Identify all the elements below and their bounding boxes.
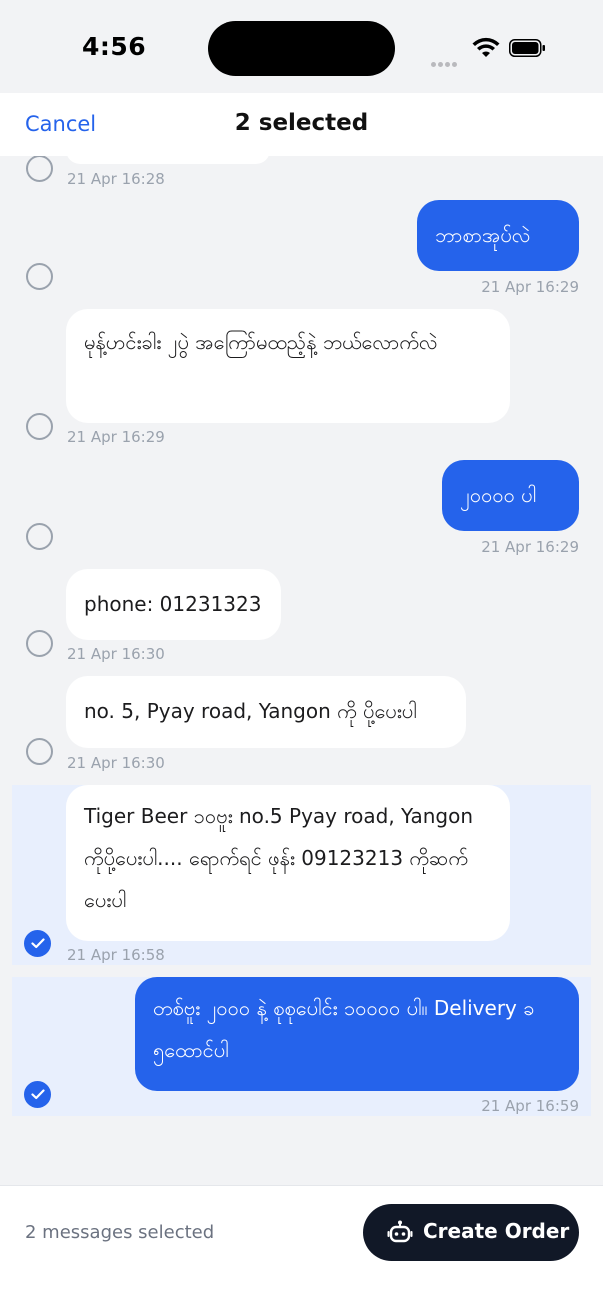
message-list[interactable]: 21 Apr 16:28 ဘာစာအုပ်လဲ 21 Apr 16:29 မုန… xyxy=(0,156,603,1186)
message-timestamp: 21 Apr 16:58 xyxy=(67,946,165,964)
message-bubble: ၂၀၀၀၀ ပါ xyxy=(442,460,579,531)
check-icon xyxy=(31,938,45,949)
message-row-selected[interactable]: Tiger Beer ၁၀ဗူး no.5 Pyay road, Yangon … xyxy=(12,785,591,965)
robot-icon xyxy=(387,1220,413,1243)
message-bubble xyxy=(66,156,270,164)
select-radio-checked[interactable] xyxy=(24,1081,51,1108)
message-bubble: မုန့်ဟင်းခါး ၂ပွဲ အကြော်မထည့်နဲ့ ဘယ်လောက… xyxy=(66,309,510,423)
message-row[interactable]: ဘာစာအုပ်လဲ 21 Apr 16:29 xyxy=(0,200,603,302)
signal-dots-icon xyxy=(431,52,459,71)
check-icon xyxy=(31,1089,45,1100)
status-time: 4:56 xyxy=(82,32,147,61)
dynamic-island xyxy=(208,21,395,76)
message-bubble: phone: 01231323 xyxy=(66,569,281,640)
selection-header: Cancel 2 selected xyxy=(0,93,603,156)
message-timestamp: 21 Apr 16:29 xyxy=(67,428,165,446)
message-timestamp: 21 Apr 16:59 xyxy=(481,1097,579,1115)
select-radio[interactable] xyxy=(26,738,53,765)
message-timestamp: 21 Apr 16:28 xyxy=(67,170,165,188)
message-row[interactable]: phone: 01231323 21 Apr 16:30 xyxy=(0,569,603,669)
page-title: 2 selected xyxy=(234,110,369,136)
message-timestamp: 21 Apr 16:30 xyxy=(67,645,165,663)
message-row[interactable]: ၂၀၀၀၀ ပါ 21 Apr 16:29 xyxy=(0,460,603,562)
message-bubble: ဘာစာအုပ်လဲ xyxy=(417,200,579,271)
select-radio[interactable] xyxy=(26,630,53,657)
select-radio[interactable] xyxy=(26,156,53,182)
create-order-label: Create Order xyxy=(423,1219,570,1243)
message-row[interactable]: 21 Apr 16:28 xyxy=(0,156,603,196)
message-timestamp: 21 Apr 16:29 xyxy=(481,278,579,296)
message-row[interactable]: no. 5, Pyay road, Yangon ကို ပို့ပေးပါ 2… xyxy=(0,676,603,776)
wifi-icon xyxy=(472,37,500,57)
select-radio[interactable] xyxy=(26,263,53,290)
message-timestamp: 21 Apr 16:29 xyxy=(481,538,579,556)
message-row-selected[interactable]: တစ်ဗူး ၂၀၀၀ နဲ့ စုစုပေါင်း ၁၀၀၀၀ ပါ။ Del… xyxy=(12,977,591,1116)
create-order-button[interactable]: Create Order xyxy=(363,1204,579,1261)
battery-icon xyxy=(509,39,545,57)
select-radio[interactable] xyxy=(26,413,53,440)
message-bubble: no. 5, Pyay road, Yangon ကို ပို့ပေးပါ xyxy=(66,676,466,748)
selection-footer: 2 messages selected Create Order xyxy=(0,1185,603,1312)
select-radio-checked[interactable] xyxy=(24,930,51,957)
message-bubble: Tiger Beer ၁၀ဗူး no.5 Pyay road, Yangon … xyxy=(66,785,510,941)
message-timestamp: 21 Apr 16:30 xyxy=(67,754,165,772)
message-row[interactable]: မုန့်ဟင်းခါး ၂ပွဲ အကြော်မထည့်နဲ့ ဘယ်လောက… xyxy=(0,309,603,449)
selection-count: 2 messages selected xyxy=(25,1222,215,1243)
message-bubble: တစ်ဗူး ၂၀၀၀ နဲ့ စုစုပေါင်း ၁၀၀၀၀ ပါ။ Del… xyxy=(135,977,579,1091)
select-radio[interactable] xyxy=(26,523,53,550)
status-bar: 4:56 xyxy=(0,0,603,93)
